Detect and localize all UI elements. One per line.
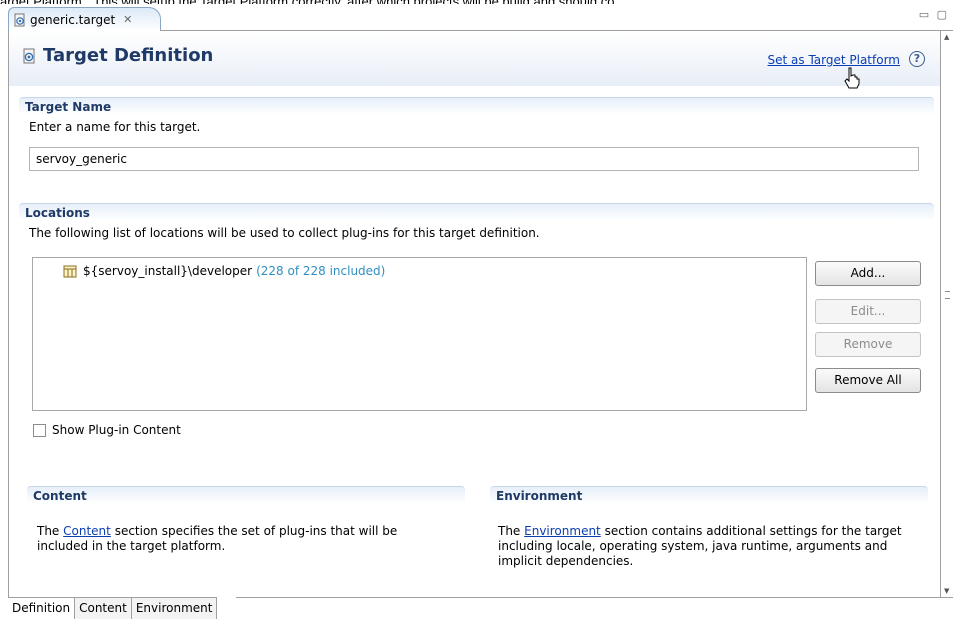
page-title: Target Definition bbox=[21, 45, 213, 66]
environment-link[interactable]: Environment bbox=[524, 524, 601, 538]
set-as-target-platform-link[interactable]: Set as Target Platform bbox=[768, 53, 901, 67]
content-link[interactable]: Content bbox=[63, 524, 111, 538]
locations-description: The following list of locations will be … bbox=[29, 226, 540, 240]
bottom-tab-divider bbox=[236, 597, 953, 598]
remove-all-button[interactable]: Remove All bbox=[815, 368, 921, 393]
list-item[interactable]: ${servoy_install}\developer (228 of 228 … bbox=[63, 264, 385, 278]
content-section-header: Content bbox=[27, 486, 465, 504]
locations-tree[interactable]: ${servoy_install}\developer (228 of 228 … bbox=[32, 257, 807, 411]
remove-button[interactable]: Remove bbox=[815, 332, 921, 357]
environment-section-description: The Environment section contains additio… bbox=[498, 524, 908, 569]
environment-section-header: Environment bbox=[490, 486, 928, 504]
page-title-text: Target Definition bbox=[43, 45, 214, 66]
edit-button[interactable]: Edit... bbox=[815, 299, 921, 324]
close-icon[interactable]: ✕ bbox=[123, 13, 132, 26]
help-icon[interactable]: ? bbox=[909, 51, 925, 67]
tab-content[interactable]: Content bbox=[75, 598, 132, 619]
location-path: ${servoy_install}\developer bbox=[83, 264, 253, 278]
directory-location-icon bbox=[63, 264, 77, 278]
editor-tab-bar: generic.target ✕ ▭ ▢ bbox=[0, 4, 953, 31]
location-count: (228 of 228 included) bbox=[256, 264, 386, 278]
show-plugin-content-checkbox[interactable] bbox=[33, 423, 46, 437]
target-editor: generic.target ✕ ▭ ▢ Target Definition S… bbox=[0, 4, 953, 619]
show-plugin-content-row[interactable]: Show Plug-in Content bbox=[33, 423, 181, 437]
environment-desc-pre: The bbox=[498, 524, 525, 538]
target-name-section-header: Target Name bbox=[19, 97, 934, 115]
target-icon bbox=[21, 48, 37, 64]
scroll-grip-icon[interactable] bbox=[945, 291, 950, 299]
vertical-scrollbar[interactable]: ▲ ▼ bbox=[942, 31, 953, 597]
form-header: Target Definition Set as Target Platform… bbox=[9, 31, 940, 89]
editor-tab-label: generic.target bbox=[30, 12, 116, 27]
content-desc-pre: The bbox=[37, 524, 64, 538]
target-file-icon bbox=[13, 13, 27, 27]
target-definition-form: Target Definition Set as Target Platform… bbox=[8, 31, 941, 597]
show-plugin-content-label: Show Plug-in Content bbox=[52, 423, 181, 437]
target-name-input[interactable]: servoy_generic bbox=[29, 147, 919, 171]
add-button[interactable]: Add... bbox=[815, 261, 921, 286]
hand-cursor-icon bbox=[844, 67, 860, 89]
editor-tab-generic-target[interactable]: generic.target ✕ bbox=[8, 7, 161, 31]
tab-definition[interactable]: Definition bbox=[8, 598, 76, 619]
scroll-down-icon[interactable]: ▼ bbox=[944, 587, 949, 595]
locations-section-header: Locations bbox=[19, 203, 934, 221]
editor-page-tabs: Definition Content Environment bbox=[8, 597, 218, 619]
target-name-description: Enter a name for this target. bbox=[29, 120, 201, 134]
content-section-description: The Content section specifies the set of… bbox=[37, 524, 447, 554]
window-controls-icon[interactable]: ▭ ▢ bbox=[919, 8, 949, 21]
scroll-up-icon[interactable]: ▲ bbox=[944, 33, 949, 41]
tab-environment[interactable]: Environment bbox=[131, 598, 218, 619]
